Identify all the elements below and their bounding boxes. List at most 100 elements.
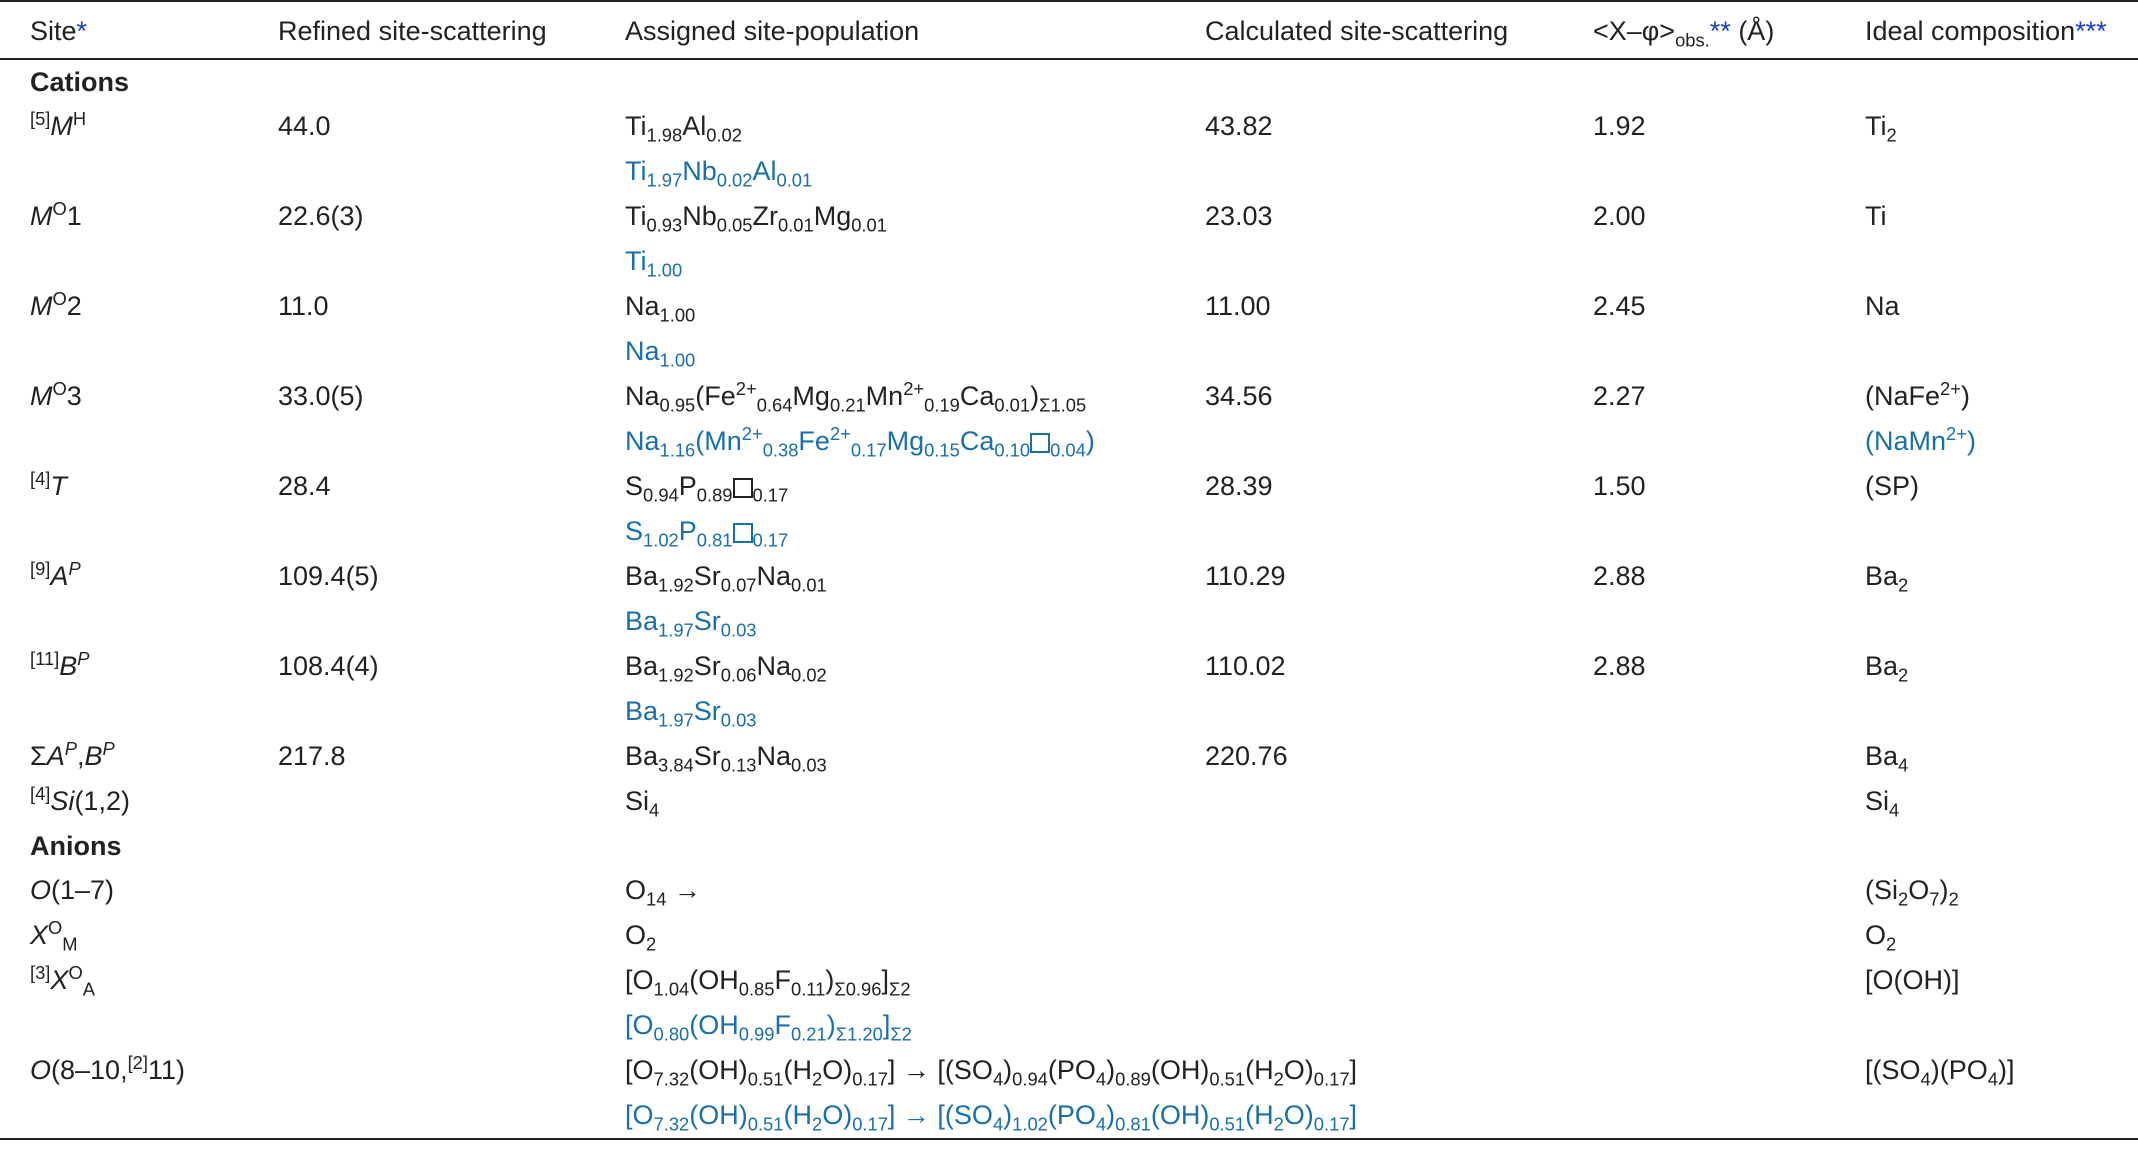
distance-cell: 2.27 [1593,381,1646,411]
header-ideal: Ideal composition*** [1835,0,2138,60]
vacancy-symbol [732,478,753,498]
refined-cell: 28.4 [278,471,331,501]
assigned-alt-cell: Ti1.00 [625,246,683,281]
assigned-alt-cell: S1.02P0.81 0.17 [625,516,789,551]
site-cell: MO3 [30,378,82,411]
table-row: MO2 11.0 Na1.00 11.00 2.45 Na [0,284,2138,329]
data-table: Site* Refined site-scattering Assigned s… [0,0,2138,1140]
site-cell: [4]T [30,468,67,501]
ideal-cell: (NaFe2+) [1865,378,1970,411]
assigned-alt-cell: [O0.80(OH0.99F0.21)Σ1.20]Σ2 [625,1010,912,1045]
table-row: Ti1.97Nb0.02Al0.01 [0,149,2138,194]
table-row: [11]BP 108.4(4) Ba1.92Sr0.06Na0.02 110.0… [0,644,2138,689]
assigned-cell: Ba1.92Sr0.06Na0.02 [625,651,827,686]
refined-cell: 22.6(3) [278,201,364,231]
site-cell: ΣAP,BP [30,738,115,771]
header-site: Site* [0,0,248,60]
distance-cell: 1.92 [1593,111,1646,141]
assigned-cell: Ba1.92Sr0.07Na0.01 [625,561,827,596]
assigned-cell: Ti1.98Al0.02 [625,111,742,146]
footnote-marker[interactable]: *** [2075,16,2107,46]
table-row: [9]AP 109.4(5) Ba1.92Sr0.07Na0.01 110.29… [0,554,2138,599]
calculated-cell: 110.02 [1205,651,1286,681]
section-anions: Anions [30,830,122,861]
table-row: [O0.80(OH0.99F0.21)Σ1.20]Σ2 [0,1003,2138,1048]
table-row: Ti1.00 [0,239,2138,284]
assigned-cell: O14 → [625,875,701,910]
assigned-cell: Na0.95(Fe2+0.64Mg0.21Mn2+0.19Ca0.01)Σ1.0… [625,378,1087,416]
table-row: O(8–10,[2]11) [O7.32(OH)0.51(H2O)0.17] →… [0,1048,2138,1093]
assigned-alt-cell: Na1.16(Mn2+0.38Fe2+0.17Mg0.15Ca0.10 0.04) [625,423,1095,461]
refined-cell: 44.0 [278,111,331,141]
calculated-cell: 28.39 [1205,471,1273,501]
distance-cell: 2.88 [1593,561,1646,591]
refined-cell: 108.4(4) [278,651,379,681]
calculated-cell: 220.76 [1205,741,1288,771]
assigned-alt-cell: Ba1.97Sr0.03 [625,606,757,641]
header-distance: <X–φ>obs.** (Å) [1563,0,1835,60]
table-row: ΣAP,BP 217.8 Ba3.84Sr0.13Na0.03 220.76 B… [0,734,2138,779]
table-row: Na1.00 [0,329,2138,374]
header-calculated: Calculated site-scattering [1175,0,1563,60]
table-row: Ba1.97Sr0.03 [0,689,2138,734]
ideal-cell: Ba2 [1865,651,1909,686]
refined-cell: 11.0 [278,291,329,321]
header-row: Site* Refined site-scattering Assigned s… [0,0,2138,60]
calculated-cell: 23.03 [1205,201,1273,231]
table-row: O(1–7) O14 → (Si2O7)2 [0,868,2138,913]
table-row: Na1.16(Mn2+0.38Fe2+0.17Mg0.15Ca0.10 0.04)… [0,419,2138,464]
assigned-alt-cell: Na1.00 [625,336,696,371]
assigned-alt-cell: Ti1.97Nb0.02Al0.01 [625,156,813,191]
assigned-cell: Ti0.93Nb0.05Zr0.01Mg0.01 [625,201,887,236]
assigned-cell: Na1.00 [625,291,696,326]
calculated-cell: 34.56 [1205,381,1273,411]
table-row: [O7.32(OH)0.51(H2O)0.17] → [(SO4)1.02(PO… [0,1093,2138,1140]
site-cell: [5]MH [30,108,87,141]
site-cell: [9]AP [30,558,81,591]
table-row: Ba1.97Sr0.03 [0,599,2138,644]
ideal-cell: O2 [1865,920,1897,955]
vacancy-symbol [732,523,753,543]
section-cations: Cations [30,66,130,97]
table-row: S1.02P0.81 0.17 [0,509,2138,554]
ideal-cell: Na [1865,291,1900,321]
assigned-cell: S0.94P0.89 0.17 [625,471,789,506]
footnote-marker[interactable]: * [77,16,88,46]
ideal-cell: Ti [1865,201,1887,231]
refined-cell: 33.0(5) [278,381,364,411]
ideal-cell: [(SO4)(PO4)] [1865,1055,2015,1090]
vacancy-symbol [1030,433,1051,453]
table-row: [4]Si(1,2) Si4 Si4 [0,779,2138,824]
ideal-cell: (Si2O7)2 [1865,875,1959,910]
ideal-cell: (SP) [1865,471,1919,501]
assigned-cell: O2 [625,920,657,955]
distance-cell: 2.88 [1593,651,1646,681]
site-cell: [4]Si(1,2) [30,783,130,816]
ideal-cell: [O(OH)] [1865,965,1960,995]
assigned-cell: [O7.32(OH)0.51(H2O)0.17] → [(SO4)0.94(PO… [625,1055,1358,1090]
table-row: [4]T 28.4 S0.94P0.89 0.17 28.39 1.50 (SP) [0,464,2138,509]
calculated-cell: 43.82 [1205,111,1273,141]
ideal-cell: Ti2 [1865,111,1897,146]
assigned-alt-cell: Ba1.97Sr0.03 [625,696,757,731]
distance-cell: 2.45 [1593,291,1646,321]
site-cell: [3]XOA [30,962,95,1000]
refined-cell: 109.4(5) [278,561,379,591]
calculated-cell: 11.00 [1205,291,1271,321]
ideal-cell: Si4 [1865,786,1900,821]
site-cell: O(8–10,[2]11) [30,1052,186,1085]
assigned-alt-cell: [O7.32(OH)0.51(H2O)0.17] → [(SO4)1.02(PO… [595,1093,1835,1140]
assigned-cell: Ba3.84Sr0.13Na0.03 [625,741,827,776]
distance-cell: 1.50 [1593,471,1646,501]
site-cell: O(1–7) [30,875,115,905]
table-row: [3]XOA [O1.04(OH0.85F0.11)Σ0.96]Σ2 [O(OH… [0,958,2138,1003]
section-row: Anions [0,824,2138,868]
assigned-cell: Si4 [625,786,660,821]
section-row: Cations [0,59,2138,104]
site-cell: MO1 [30,198,82,231]
ideal-cell: Ba4 [1865,741,1909,776]
assigned-cell: [O1.04(OH0.85F0.11)Σ0.96]Σ2 [625,965,911,1000]
footnote-marker[interactable]: ** [1710,16,1731,46]
site-cell: XOM [30,917,78,955]
distance-cell: 2.00 [1593,201,1646,231]
